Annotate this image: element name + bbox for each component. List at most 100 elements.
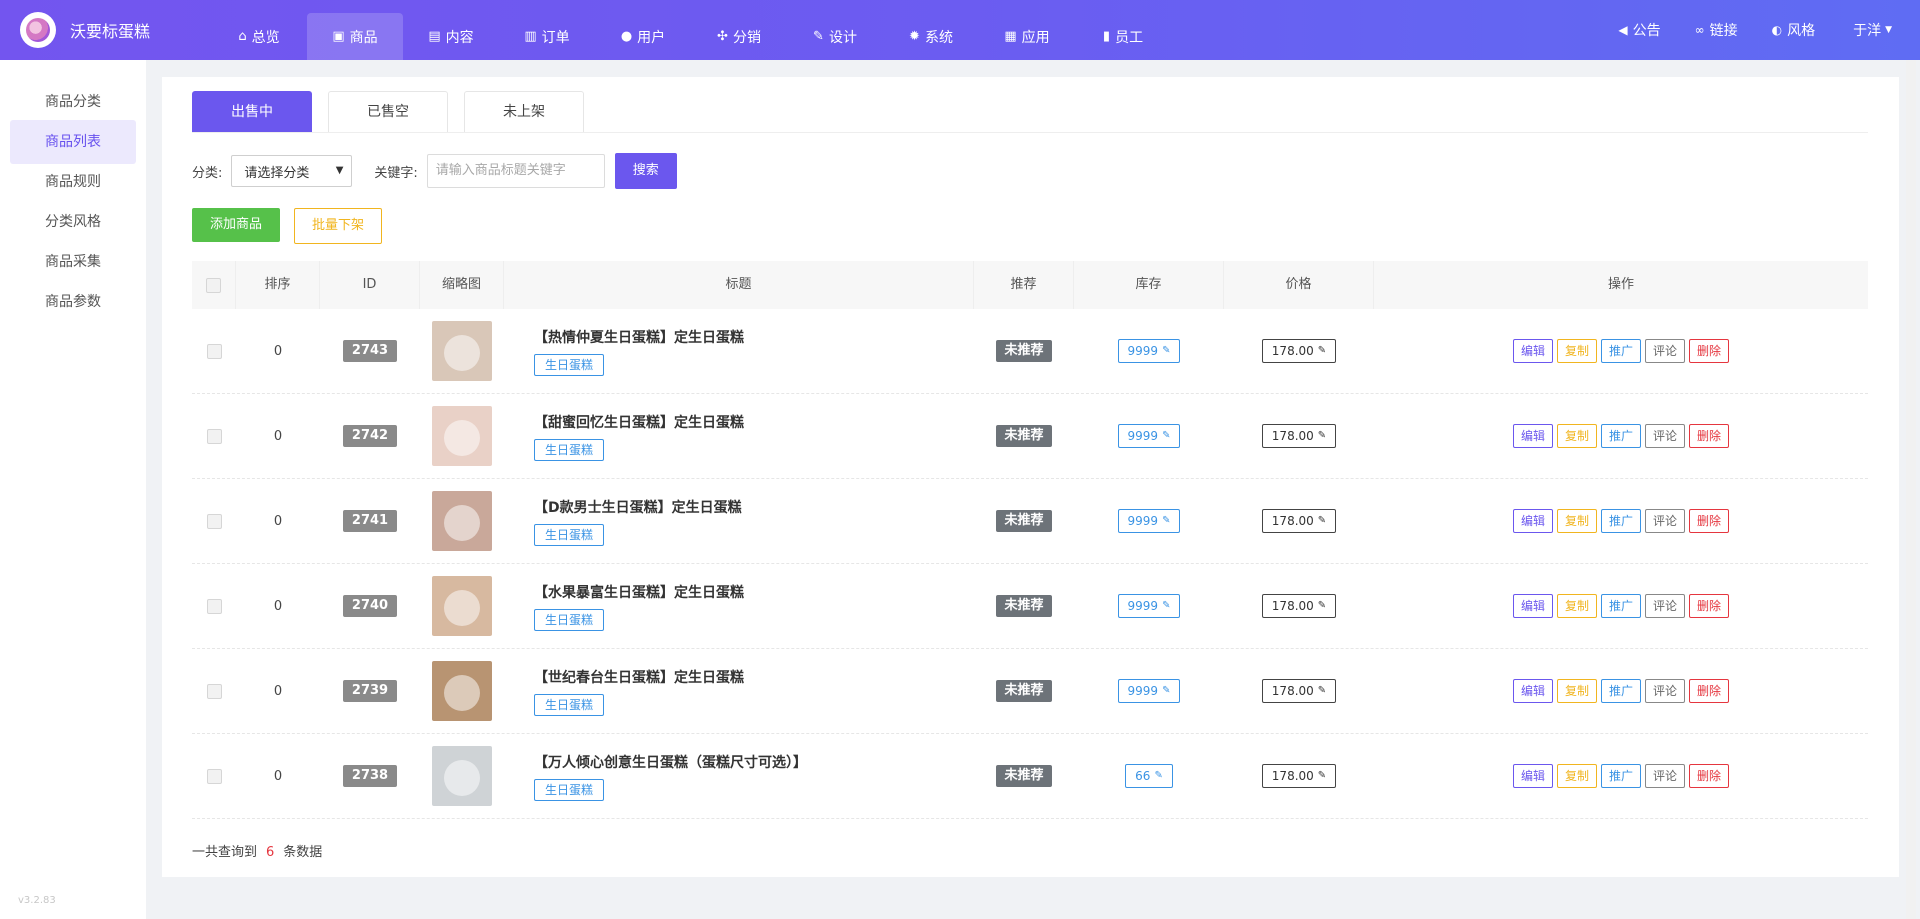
brand[interactable]: 沃要标蛋糕 <box>20 12 150 48</box>
copy-button[interactable]: 复制 <box>1556 424 1597 448</box>
review-button[interactable]: 评论 <box>1645 509 1686 533</box>
price-editable[interactable]: 178.00 ✎ <box>1261 339 1337 363</box>
delete-button[interactable]: 删除 <box>1689 339 1730 363</box>
sort-value[interactable]: 0 <box>274 599 282 614</box>
recommend-badge[interactable]: 未推荐 <box>996 510 1052 532</box>
nav-item-3[interactable]: ▥ 订单 <box>499 13 595 60</box>
recommend-badge[interactable]: 未推荐 <box>996 765 1052 787</box>
page-scrollbar[interactable] <box>1906 60 1916 919</box>
row-checkbox[interactable] <box>206 598 222 614</box>
nav-item-5[interactable]: ✣ 分销 <box>691 13 787 60</box>
delete-button[interactable]: 删除 <box>1689 594 1730 618</box>
nav-right-item-1[interactable]: ∞ 链接 <box>1695 20 1738 40</box>
product-title[interactable]: 【万人倾心创意生日蛋糕（蛋糕尺寸可选）】 <box>534 752 807 772</box>
nav-item-4[interactable]: ● 用户 <box>595 13 691 60</box>
row-checkbox[interactable] <box>206 428 222 444</box>
nav-item-2[interactable]: ▤ 内容 <box>403 13 499 60</box>
search-button[interactable]: 搜索 <box>614 153 677 189</box>
user-menu[interactable]: 于洋 ▼ <box>1853 20 1892 40</box>
product-thumbnail[interactable] <box>432 491 492 551</box>
delete-button[interactable]: 删除 <box>1689 509 1730 533</box>
product-title[interactable]: 【甜蜜回忆生日蛋糕】定生日蛋糕 <box>534 412 744 432</box>
promote-button[interactable]: 推广 <box>1600 764 1641 788</box>
product-thumbnail[interactable] <box>432 661 492 721</box>
row-checkbox[interactable] <box>206 768 222 784</box>
delete-button[interactable]: 删除 <box>1689 764 1730 788</box>
row-checkbox[interactable] <box>206 343 222 359</box>
nav-item-7[interactable]: ✹ 系统 <box>883 13 979 60</box>
promote-button[interactable]: 推广 <box>1600 679 1641 703</box>
tab-0[interactable]: 出售中 <box>192 91 312 133</box>
sort-value[interactable]: 0 <box>274 344 282 359</box>
product-thumbnail[interactable] <box>432 321 492 381</box>
copy-button[interactable]: 复制 <box>1556 594 1597 618</box>
edit-button[interactable]: 编辑 <box>1512 679 1553 703</box>
add-product-button[interactable]: 添加商品 <box>192 208 280 242</box>
price-editable[interactable]: 178.00 ✎ <box>1261 509 1337 533</box>
product-thumbnail[interactable] <box>432 406 492 466</box>
sidebar-item-1[interactable]: 商品列表 <box>10 120 136 164</box>
row-checkbox[interactable] <box>206 513 222 529</box>
tab-2[interactable]: 未上架 <box>464 91 584 133</box>
review-button[interactable]: 评论 <box>1645 679 1686 703</box>
edit-button[interactable]: 编辑 <box>1512 424 1553 448</box>
recommend-badge[interactable]: 未推荐 <box>996 340 1052 362</box>
edit-button[interactable]: 编辑 <box>1512 764 1553 788</box>
price-editable[interactable]: 178.00 ✎ <box>1261 679 1337 703</box>
edit-button[interactable]: 编辑 <box>1512 339 1553 363</box>
review-button[interactable]: 评论 <box>1645 339 1686 363</box>
batch-unlist-button[interactable]: 批量下架 <box>294 208 382 244</box>
nav-item-0[interactable]: ⌂ 总览 <box>211 13 307 60</box>
copy-button[interactable]: 复制 <box>1556 509 1597 533</box>
sort-value[interactable]: 0 <box>274 684 282 699</box>
sort-value[interactable]: 0 <box>274 514 282 529</box>
stock-editable[interactable]: 66 ✎ <box>1125 764 1173 788</box>
nav-item-8[interactable]: ▦ 应用 <box>979 13 1075 60</box>
promote-button[interactable]: 推广 <box>1600 509 1641 533</box>
sidebar-item-0[interactable]: 商品分类 <box>10 80 136 124</box>
review-button[interactable]: 评论 <box>1645 764 1686 788</box>
delete-button[interactable]: 删除 <box>1689 424 1730 448</box>
product-thumbnail[interactable] <box>432 576 492 636</box>
sort-value[interactable]: 0 <box>274 429 282 444</box>
recommend-badge[interactable]: 未推荐 <box>996 680 1052 702</box>
stock-editable[interactable]: 9999 ✎ <box>1117 509 1181 533</box>
review-button[interactable]: 评论 <box>1645 424 1686 448</box>
recommend-badge[interactable]: 未推荐 <box>996 595 1052 617</box>
edit-button[interactable]: 编辑 <box>1512 594 1553 618</box>
keyword-input[interactable]: 请输入商品标题关键字 <box>426 154 605 188</box>
row-checkbox[interactable] <box>206 683 222 699</box>
product-title[interactable]: 【D款男士生日蛋糕】定生日蛋糕 <box>534 497 742 517</box>
sidebar-item-3[interactable]: 分类风格 <box>10 200 136 244</box>
price-editable[interactable]: 178.00 ✎ <box>1261 424 1337 448</box>
stock-editable[interactable]: 9999 ✎ <box>1117 339 1181 363</box>
sidebar-item-2[interactable]: 商品规则 <box>10 160 136 204</box>
copy-button[interactable]: 复制 <box>1556 339 1597 363</box>
product-thumbnail[interactable] <box>432 746 492 806</box>
copy-button[interactable]: 复制 <box>1556 679 1597 703</box>
review-button[interactable]: 评论 <box>1645 594 1686 618</box>
promote-button[interactable]: 推广 <box>1600 424 1641 448</box>
sort-value[interactable]: 0 <box>274 769 282 784</box>
stock-editable[interactable]: 9999 ✎ <box>1117 424 1181 448</box>
promote-button[interactable]: 推广 <box>1600 339 1641 363</box>
promote-button[interactable]: 推广 <box>1600 594 1641 618</box>
price-editable[interactable]: 178.00 ✎ <box>1261 764 1337 788</box>
select-all-checkbox[interactable] <box>206 277 221 293</box>
nav-item-6[interactable]: ✎ 设计 <box>787 13 883 60</box>
product-title[interactable]: 【世纪春台生日蛋糕】定生日蛋糕 <box>534 667 744 687</box>
nav-right-item-0[interactable]: ◀ 公告 <box>1618 20 1660 40</box>
nav-item-9[interactable]: ▮ 员工 <box>1075 13 1171 60</box>
stock-editable[interactable]: 9999 ✎ <box>1117 679 1181 703</box>
stock-editable[interactable]: 9999 ✎ <box>1117 594 1181 618</box>
nav-item-1[interactable]: ▣ 商品 <box>307 13 403 60</box>
category-select[interactable]: 请选择分类 ▼ <box>231 155 353 187</box>
copy-button[interactable]: 复制 <box>1556 764 1597 788</box>
price-editable[interactable]: 178.00 ✎ <box>1261 594 1337 618</box>
nav-right-item-2[interactable]: ◐ 风格 <box>1772 20 1815 40</box>
recommend-badge[interactable]: 未推荐 <box>996 425 1052 447</box>
sidebar-item-4[interactable]: 商品采集 <box>10 240 136 284</box>
delete-button[interactable]: 删除 <box>1689 679 1730 703</box>
product-title[interactable]: 【热情仲夏生日蛋糕】定生日蛋糕 <box>534 327 744 347</box>
product-title[interactable]: 【水果暴富生日蛋糕】定生日蛋糕 <box>534 582 744 602</box>
